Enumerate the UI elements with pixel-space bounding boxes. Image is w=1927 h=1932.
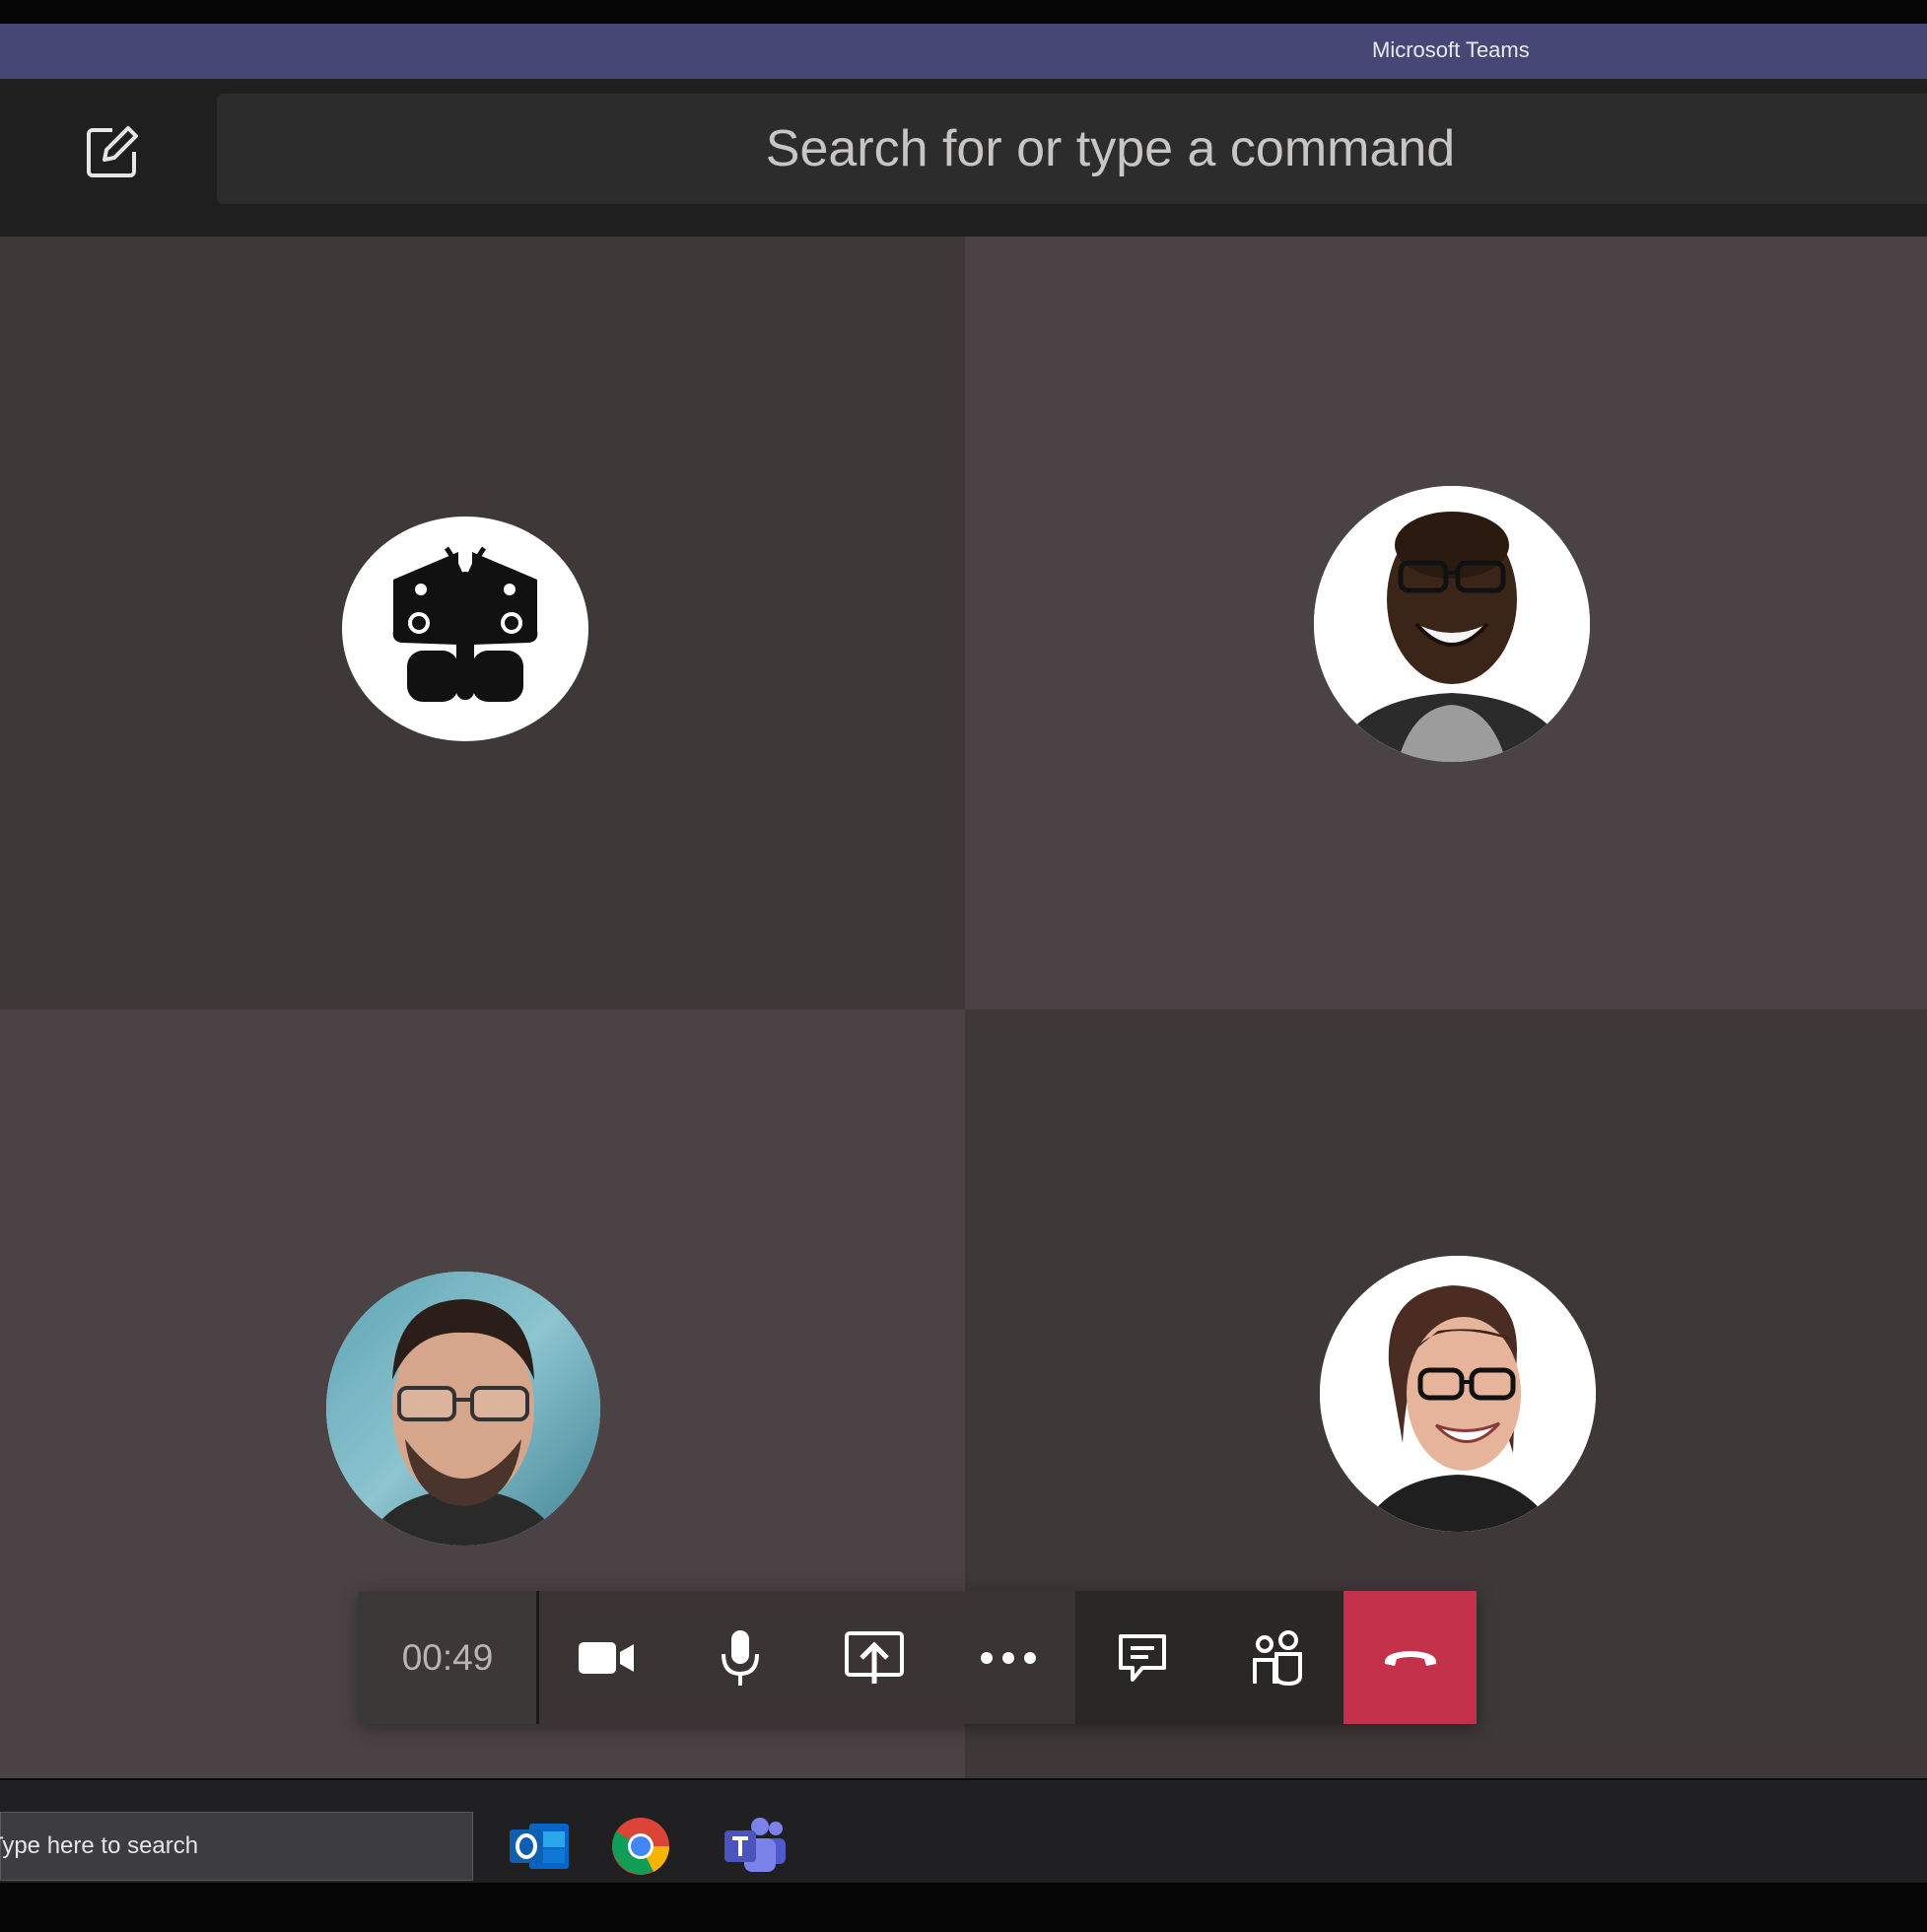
smiling-man-photo-icon (1314, 486, 1590, 762)
video-camera-icon (579, 1641, 634, 1674)
participants-button[interactable] (1209, 1591, 1343, 1724)
chrome-icon (612, 1818, 670, 1875)
butterfly-logo-icon (392, 546, 538, 702)
smiling-woman-photo-icon (1320, 1256, 1596, 1532)
teams-icon (724, 1818, 786, 1872)
window-title: Microsoft Teams (1372, 37, 1530, 62)
title-bar (0, 24, 1927, 79)
more-options-icon (981, 1651, 1036, 1664)
participant-avatar-butterfly (342, 517, 588, 741)
participant-tile-2[interactable] (965, 237, 1927, 1009)
participant-avatar-3 (326, 1272, 600, 1546)
chat-icon (1119, 1633, 1166, 1682)
participant-avatar-4 (1320, 1256, 1596, 1532)
command-search-input[interactable] (217, 118, 1927, 179)
share-screen-icon (845, 1630, 904, 1684)
hang-up-icon (1384, 1650, 1436, 1666)
more-options-button[interactable] (941, 1591, 1075, 1724)
call-timer: 00:49 (359, 1591, 539, 1724)
microphone-button[interactable] (673, 1591, 807, 1724)
hang-up-button[interactable] (1343, 1591, 1477, 1724)
taskbar-chrome[interactable] (606, 1812, 675, 1881)
chat-button[interactable] (1075, 1591, 1209, 1724)
command-search-bar[interactable] (217, 94, 1927, 204)
man-glasses-photo-icon (326, 1272, 600, 1546)
screen-top-border (0, 0, 1927, 24)
compose-icon (87, 126, 138, 177)
video-button[interactable] (539, 1591, 673, 1724)
outlook-icon (510, 1824, 569, 1869)
microphone-icon (722, 1629, 759, 1686)
share-screen-button[interactable] (807, 1591, 941, 1724)
participant-tile-1[interactable] (0, 237, 965, 1009)
taskbar-outlook[interactable] (505, 1812, 574, 1881)
taskbar-teams[interactable] (721, 1812, 790, 1881)
call-controls-bar: 00:49 (359, 1591, 1477, 1724)
taskbar-search-box[interactable] (0, 1812, 473, 1881)
taskbar-search-input[interactable] (0, 1831, 462, 1861)
participants-icon (1253, 1629, 1302, 1686)
compose-button[interactable] (77, 116, 148, 187)
participant-avatar-2 (1314, 486, 1590, 762)
screen-bottom-border (0, 1883, 1927, 1932)
